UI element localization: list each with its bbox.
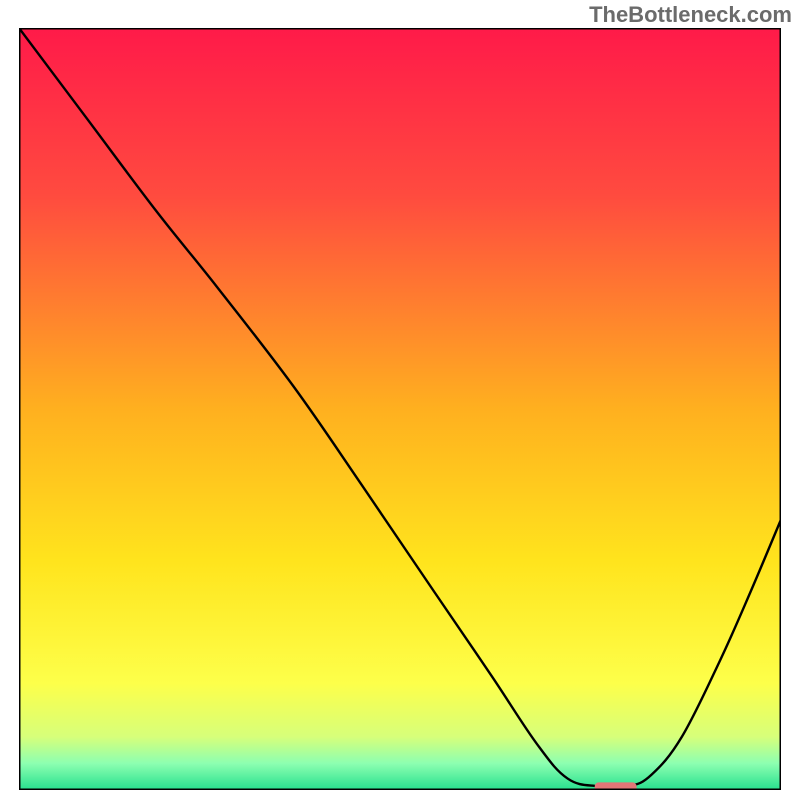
bottleneck-chart bbox=[19, 28, 781, 790]
gradient-background bbox=[19, 28, 781, 790]
watermark-label: TheBottleneck.com bbox=[589, 2, 792, 28]
chart-container: TheBottleneck.com bbox=[0, 0, 800, 800]
